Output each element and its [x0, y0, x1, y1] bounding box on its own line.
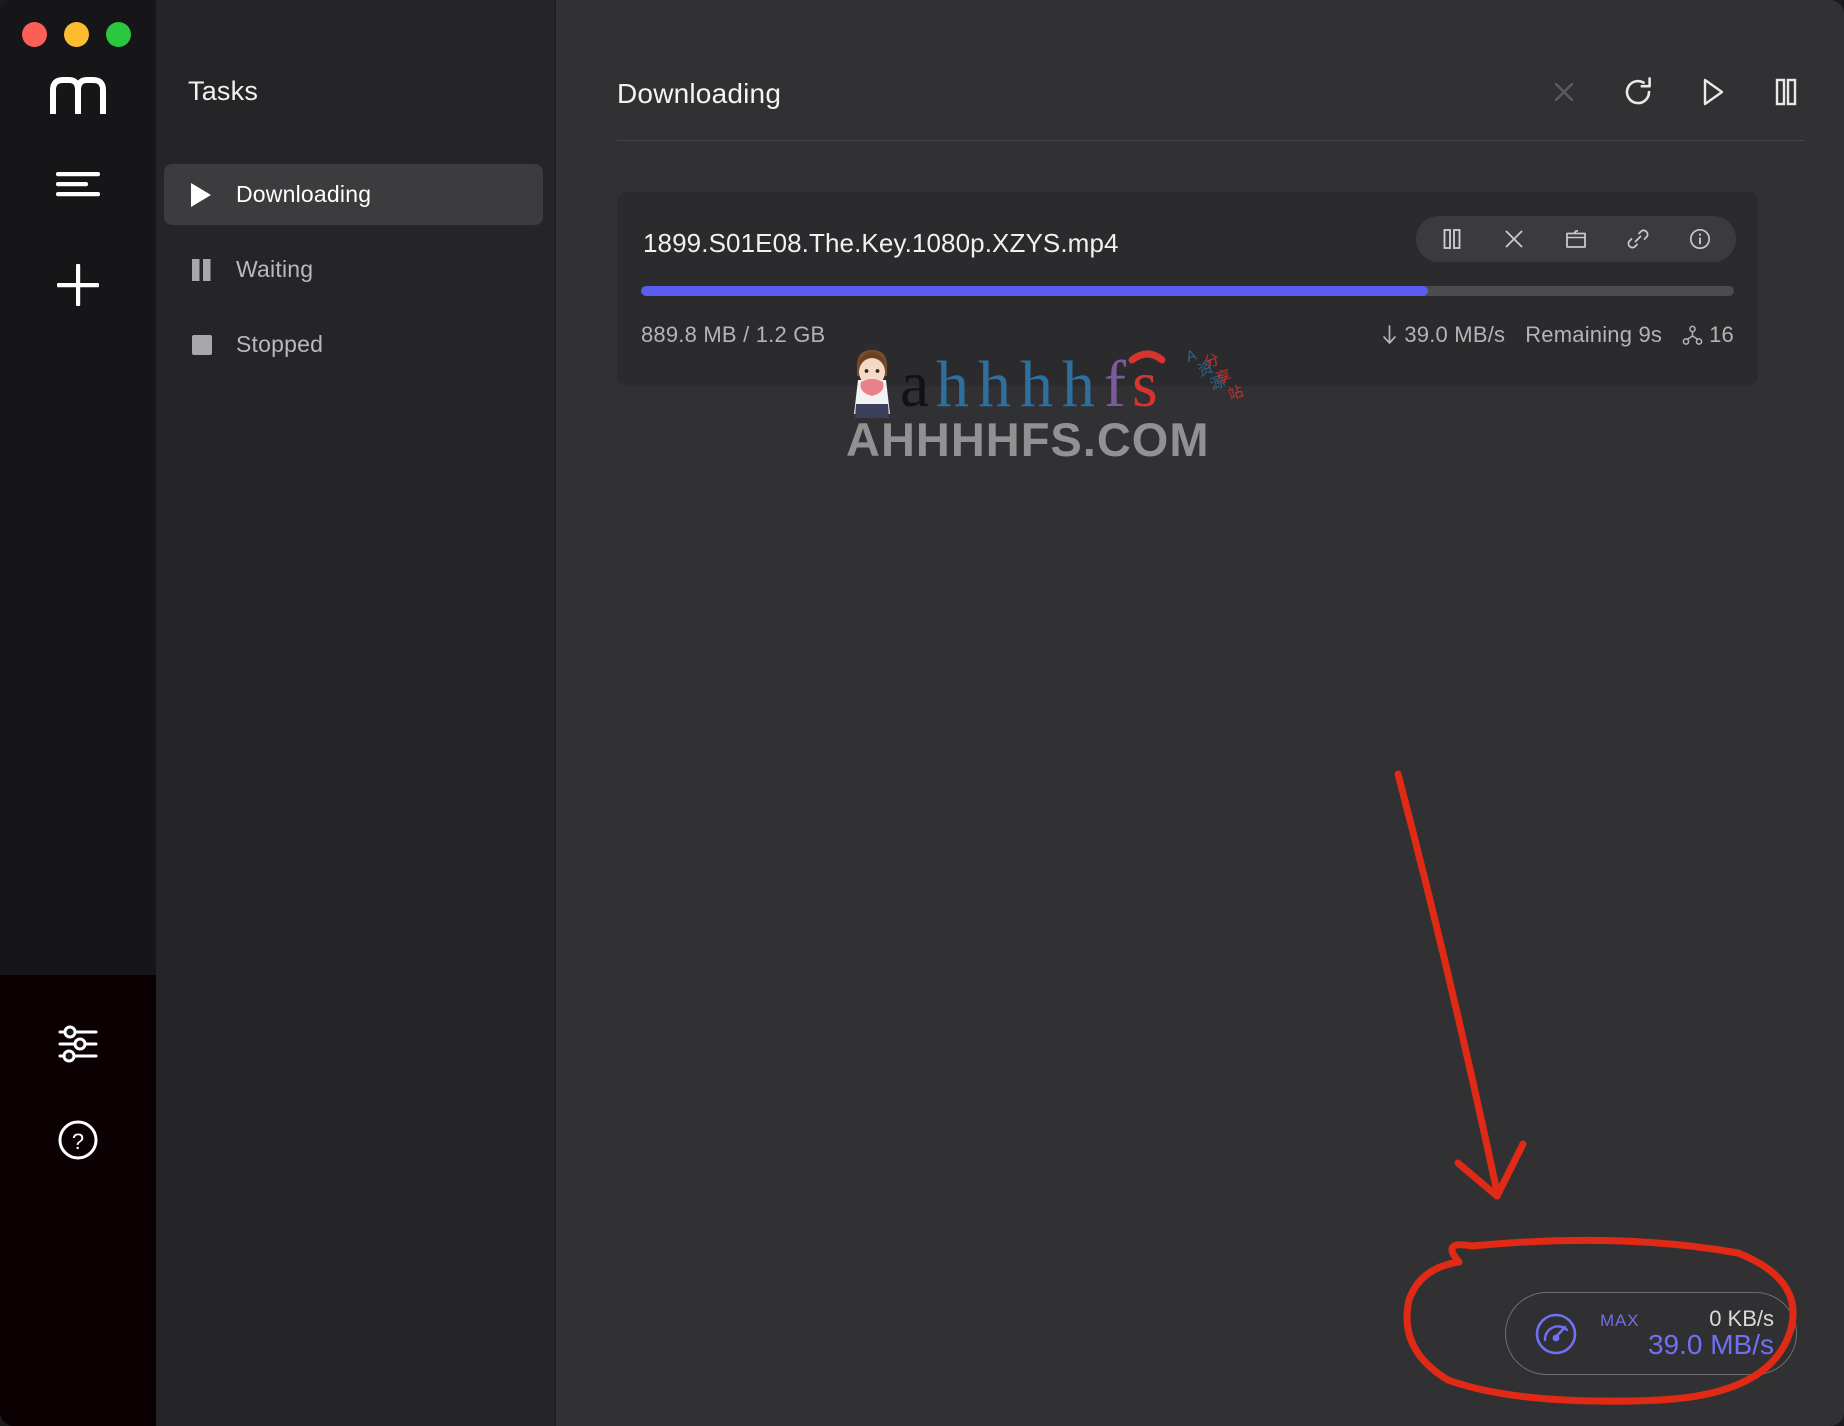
- header-divider: [617, 140, 1804, 141]
- zoom-window-button[interactable]: [106, 22, 131, 47]
- remove-task-button[interactable]: [1500, 225, 1528, 253]
- task-remaining-text: Remaining 9s: [1525, 322, 1662, 348]
- close-all-button[interactable]: [1546, 74, 1582, 110]
- link-icon: [1626, 227, 1650, 251]
- download-task-card[interactable]: 1899.S01E08.The.Key.1080p.XZYS.mp4: [617, 192, 1758, 386]
- task-connections-text: 16: [1709, 322, 1734, 348]
- window-traffic-lights: [22, 22, 131, 47]
- task-speed-text: 39.0 MB/s: [1404, 322, 1505, 348]
- main-header: Downloading: [556, 0, 1844, 141]
- task-filename: 1899.S01E08.The.Key.1080p.XZYS.mp4: [643, 228, 1119, 259]
- add-task-button[interactable]: [0, 262, 156, 308]
- connections-icon: [1682, 325, 1703, 346]
- global-speed-widget[interactable]: MAX 0 KB/s 39.0 MB/s: [1505, 1292, 1797, 1375]
- close-window-button[interactable]: [22, 22, 47, 47]
- play-icon: [1695, 75, 1729, 109]
- task-action-bar: [1416, 216, 1736, 262]
- sliders-icon: [56, 1022, 100, 1066]
- sidebar-item-stopped[interactable]: Stopped: [164, 314, 543, 375]
- pause-icon: [1769, 75, 1803, 109]
- speed-rates: 0 KB/s 39.0 MB/s: [1648, 1307, 1774, 1361]
- svg-text:站: 站: [1226, 383, 1246, 404]
- pause-all-button[interactable]: [1768, 74, 1804, 110]
- connections-group: 16: [1682, 322, 1734, 348]
- speed-mode-label: MAX: [1600, 1311, 1639, 1331]
- pause-icon: [188, 256, 222, 284]
- plus-icon: [55, 262, 101, 308]
- download-progress-fill: [641, 286, 1428, 296]
- page-title: Downloading: [617, 78, 781, 110]
- svg-text:?: ?: [72, 1129, 84, 1154]
- stop-icon: [188, 331, 222, 359]
- play-icon: [188, 181, 222, 209]
- sidebar-item-downloading[interactable]: Downloading: [164, 164, 543, 225]
- tasks-sidebar: Tasks Downloading Waiting: [156, 0, 556, 1426]
- question-circle-icon: ?: [56, 1118, 100, 1162]
- copy-link-button[interactable]: [1624, 225, 1652, 253]
- resume-all-button[interactable]: [1694, 74, 1730, 110]
- sidebar-item-label: Stopped: [236, 331, 323, 358]
- refresh-icon: [1621, 75, 1655, 109]
- refresh-button[interactable]: [1620, 74, 1656, 110]
- task-info-button[interactable]: [1686, 225, 1714, 253]
- hamburger-menu-icon: [54, 168, 102, 200]
- remaining-time-group: Remaining 9s: [1525, 322, 1662, 348]
- sidebar-item-waiting[interactable]: Waiting: [164, 239, 543, 300]
- main-panel: Downloading: [556, 0, 1844, 1426]
- help-button[interactable]: ?: [0, 1118, 156, 1162]
- task-category-list: Downloading Waiting Stopped: [164, 164, 543, 389]
- speed-gauge-icon: [1532, 1310, 1580, 1358]
- upload-rate-text: 0 KB/s: [1709, 1307, 1774, 1331]
- sidebar-item-label: Downloading: [236, 181, 371, 208]
- minimize-window-button[interactable]: [64, 22, 89, 47]
- folder-icon: [1564, 227, 1588, 251]
- info-icon: [1688, 227, 1712, 251]
- x-icon: [1549, 77, 1579, 107]
- pause-icon: [1440, 227, 1464, 251]
- preferences-button[interactable]: [0, 1022, 156, 1066]
- tasks-pane-title: Tasks: [188, 76, 258, 107]
- watermark-domain: AHHHHFS.COM: [846, 412, 1209, 467]
- pause-task-button[interactable]: [1438, 225, 1466, 253]
- task-rate-group: 39.0 MB/s Remaining 9s 16: [1381, 322, 1734, 348]
- app-logo: [0, 76, 156, 121]
- motrix-m-logo-icon: [49, 76, 107, 116]
- download-arrow-icon: [1381, 324, 1398, 346]
- open-folder-button[interactable]: [1562, 225, 1590, 253]
- download-rate-text: 39.0 MB/s: [1648, 1330, 1774, 1360]
- task-size-text: 889.8 MB / 1.2 GB: [641, 322, 825, 348]
- left-rail: ?: [0, 0, 156, 1426]
- sidebar-item-label: Waiting: [236, 256, 313, 283]
- download-progress-bar: [641, 286, 1734, 296]
- sidebar-toggle-button[interactable]: [0, 168, 156, 200]
- header-action-bar: [1546, 74, 1804, 110]
- download-speed-group: 39.0 MB/s: [1381, 322, 1505, 348]
- x-icon: [1502, 227, 1526, 251]
- motrix-window: ? Tasks Downloading Waiting: [0, 0, 1844, 1426]
- task-stats-row: 889.8 MB / 1.2 GB 39.0 MB/s Remaining 9s: [641, 310, 1734, 360]
